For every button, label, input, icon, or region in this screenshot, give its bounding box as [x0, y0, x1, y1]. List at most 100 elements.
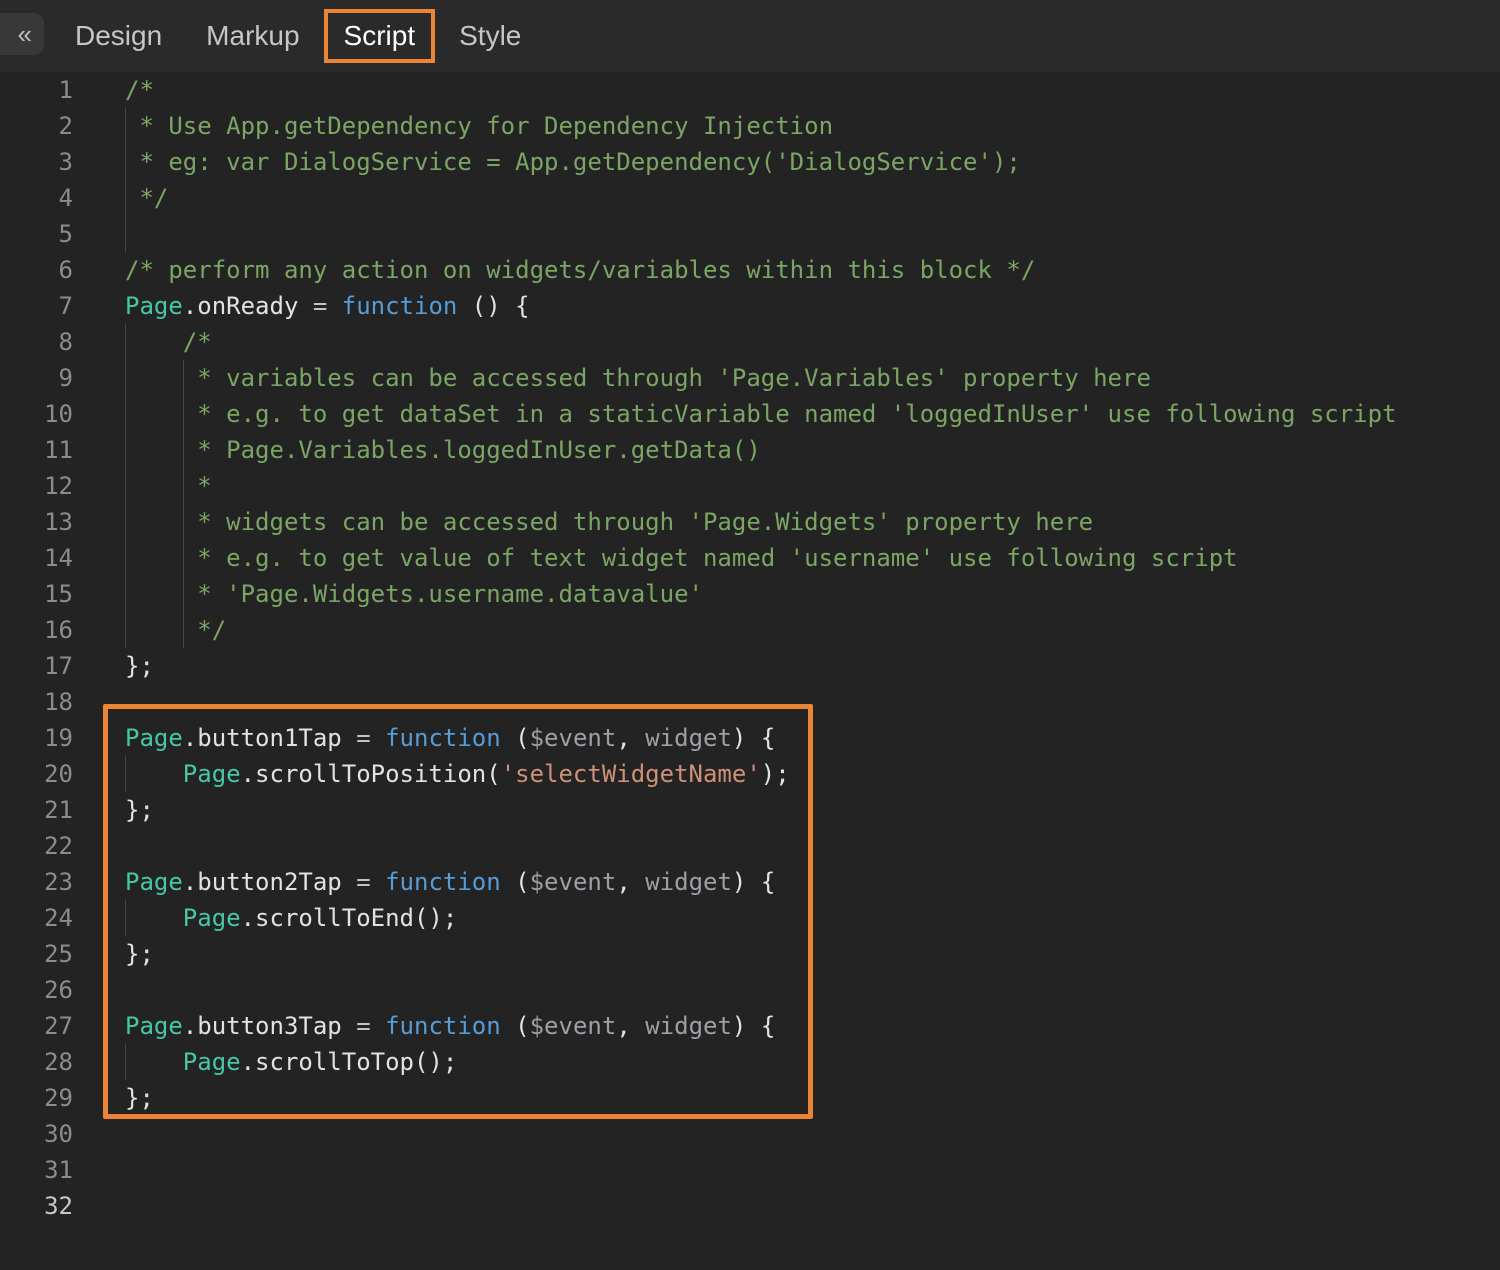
code-text: */ [125, 180, 168, 216]
line-number: 30 [0, 1116, 73, 1152]
code-text: /* [125, 324, 212, 360]
code-text: }; [125, 936, 154, 972]
code-line: 30 [0, 1116, 1500, 1152]
indent-guide [183, 612, 184, 648]
code-line: 8 /* [0, 324, 1500, 360]
code-text: * [125, 468, 212, 504]
code-line: 3 * eg: var DialogService = App.getDepen… [0, 144, 1500, 180]
indent-guide [183, 360, 184, 396]
line-number: 13 [0, 504, 73, 540]
indent-guide [183, 576, 184, 612]
code-text: * 'Page.Widgets.username.datavalue' [125, 576, 703, 612]
line-number: 10 [0, 396, 73, 432]
code-text: * e.g. to get dataSet in a staticVariabl… [125, 396, 1397, 432]
code-line: 16 */ [0, 612, 1500, 648]
code-line: 14 * e.g. to get value of text widget na… [0, 540, 1500, 576]
indent-guide [125, 612, 126, 648]
code-text: * widgets can be accessed through 'Page.… [125, 504, 1093, 540]
line-number: 14 [0, 540, 73, 576]
indent-guide [125, 144, 126, 180]
code-text: Page.scrollToTop(); [125, 1044, 457, 1080]
code-line: 17}; [0, 648, 1500, 684]
code-text: * Page.Variables.loggedInUser.getData() [125, 432, 761, 468]
line-number: 24 [0, 900, 73, 936]
tab-style[interactable]: Style [459, 20, 521, 52]
code-editor[interactable]: 1/*2 * Use App.getDependency for Depende… [0, 72, 1500, 1270]
indent-guide [125, 216, 126, 252]
code-text: * variables can be accessed through 'Pag… [125, 360, 1151, 396]
code-line: 9 * variables can be accessed through 'P… [0, 360, 1500, 396]
code-text: /* [125, 72, 154, 108]
code-line: 29}; [0, 1080, 1500, 1116]
indent-guide [183, 504, 184, 540]
indent-guide [183, 540, 184, 576]
line-number: 11 [0, 432, 73, 468]
code-line: 24 Page.scrollToEnd(); [0, 900, 1500, 936]
indent-guide [125, 504, 126, 540]
indent-guide [183, 468, 184, 504]
line-number: 5 [0, 216, 73, 252]
code-line: 2 * Use App.getDependency for Dependency… [0, 108, 1500, 144]
code-line: 32 [0, 1188, 1500, 1224]
tab-markup[interactable]: Markup [206, 20, 299, 52]
code-lines: 1/*2 * Use App.getDependency for Depende… [0, 72, 1500, 1224]
code-line: 15 * 'Page.Widgets.username.datavalue' [0, 576, 1500, 612]
line-number: 6 [0, 252, 73, 288]
indent-guide [183, 432, 184, 468]
code-text: Page.button2Tap = function ($event, widg… [125, 864, 775, 900]
code-line: 31 [0, 1152, 1500, 1188]
line-number: 32 [0, 1188, 73, 1224]
code-line: 12 * [0, 468, 1500, 504]
line-number: 18 [0, 684, 73, 720]
tab-script[interactable]: Script [324, 9, 436, 63]
code-line: 27Page.button3Tap = function ($event, wi… [0, 1008, 1500, 1044]
editor-tab-bar: « Design Markup Script Style [0, 0, 1500, 72]
double-chevron-left-icon: « [18, 19, 32, 50]
code-text: Page.scrollToPosition('selectWidgetName'… [125, 756, 790, 792]
code-text: * Use App.getDependency for Dependency I… [125, 108, 833, 144]
code-line: 19Page.button1Tap = function ($event, wi… [0, 720, 1500, 756]
code-text: * eg: var DialogService = App.getDepende… [125, 144, 1021, 180]
code-text: }; [125, 648, 154, 684]
indent-guide [125, 540, 126, 576]
line-number: 16 [0, 612, 73, 648]
line-number: 26 [0, 972, 73, 1008]
code-line: 22 [0, 828, 1500, 864]
indent-guide [125, 468, 126, 504]
line-number: 1 [0, 72, 73, 108]
code-line: 7Page.onReady = function () { [0, 288, 1500, 324]
line-number: 15 [0, 576, 73, 612]
code-line: 4 */ [0, 180, 1500, 216]
collapse-panel-button[interactable]: « [0, 13, 44, 55]
indent-guide [183, 396, 184, 432]
code-text: */ [125, 612, 226, 648]
code-line: 23 Page.button2Tap = function ($event, wi… [0, 864, 1500, 900]
line-number: 23 [0, 864, 73, 900]
tab-design[interactable]: Design [75, 20, 162, 52]
line-number: 20 [0, 756, 73, 792]
indent-guide [125, 324, 126, 360]
code-line: 11 * Page.Variables.loggedInUser.getData… [0, 432, 1500, 468]
indent-guide [125, 360, 126, 396]
indent-guide [125, 432, 126, 468]
indent-guide [125, 180, 126, 216]
code-line: 6/* perform any action on widgets/variab… [0, 252, 1500, 288]
code-line: 21}; [0, 792, 1500, 828]
code-line: 13 * widgets can be accessed through 'Pa… [0, 504, 1500, 540]
code-text: Page.onReady = function () { [125, 288, 530, 324]
line-number: 12 [0, 468, 73, 504]
code-line: 18 [0, 684, 1500, 720]
line-number: 22 [0, 828, 73, 864]
code-line: 25}; [0, 936, 1500, 972]
code-line: 5 [0, 216, 1500, 252]
line-number: 25 [0, 936, 73, 972]
line-number: 8 [0, 324, 73, 360]
code-line: 1 /* [0, 72, 1500, 108]
code-line: 10 * e.g. to get dataSet in a staticVari… [0, 396, 1500, 432]
code-line: 20 Page.scrollToPosition('selectWidgetNa… [0, 756, 1500, 792]
code-text: Page.scrollToEnd(); [125, 900, 457, 936]
indent-guide [125, 108, 126, 144]
line-number: 19 [0, 720, 73, 756]
indent-guide [125, 1044, 126, 1080]
tab-list: Design Markup Script Style [0, 0, 1500, 72]
